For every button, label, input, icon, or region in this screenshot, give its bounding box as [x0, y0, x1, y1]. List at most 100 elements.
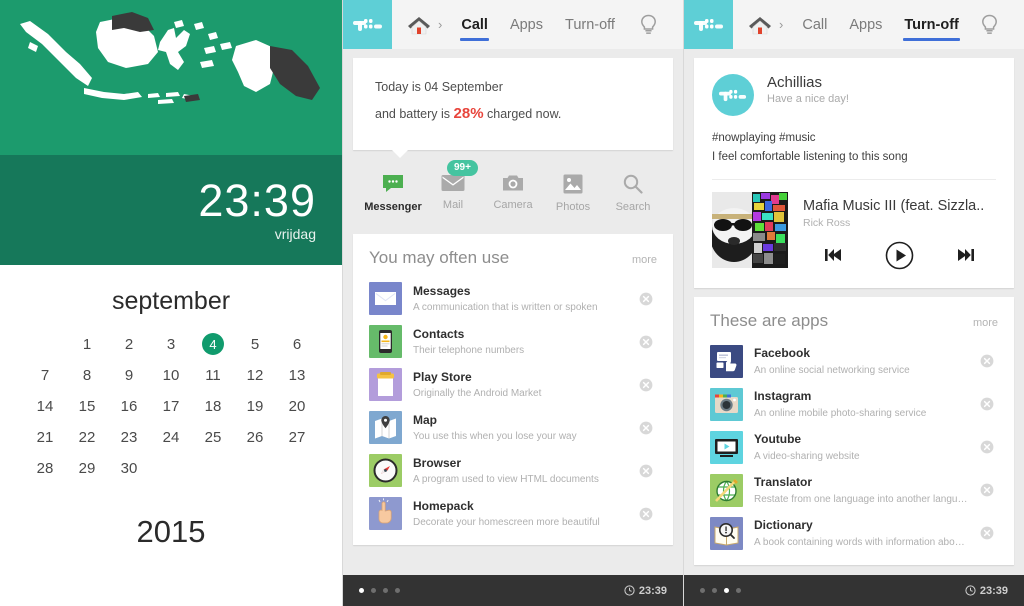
- calendar-day[interactable]: 23: [108, 425, 150, 449]
- calendar-day[interactable]: 18: [192, 394, 234, 418]
- quick-mail[interactable]: 99+ Mail: [423, 160, 483, 213]
- page-dot[interactable]: [359, 588, 364, 593]
- calendar-day[interactable]: 25: [192, 425, 234, 449]
- calendar-day[interactable]: 3: [150, 332, 192, 356]
- calendar-day[interactable]: 21: [24, 425, 66, 449]
- list-item[interactable]: Dictionary A book containing words with i…: [710, 512, 998, 555]
- quick-search[interactable]: Search: [603, 174, 663, 213]
- remove-item-icon[interactable]: [639, 292, 653, 306]
- calendar-day[interactable]: 26: [234, 425, 276, 449]
- these-are-apps-list[interactable]: Facebook An online social networking serv…: [710, 340, 998, 555]
- these-are-apps-more-link[interactable]: more: [973, 317, 998, 329]
- list-item[interactable]: Play Store Originally the Android Market: [369, 363, 657, 406]
- calendar-day[interactable]: 4: [192, 332, 234, 356]
- calendar-day[interactable]: 30: [108, 456, 150, 480]
- remove-item-icon[interactable]: [639, 507, 653, 521]
- tl-logo-icon[interactable]: [684, 0, 733, 49]
- list-item[interactable]: Facebook An online social networking serv…: [710, 340, 998, 383]
- calendar-day[interactable]: 10: [150, 363, 192, 387]
- page-dot[interactable]: [383, 588, 388, 593]
- calendar-day[interactable]: 22: [66, 425, 108, 449]
- remove-item-icon[interactable]: [980, 397, 994, 411]
- remove-item-icon[interactable]: [980, 440, 994, 454]
- quick-messenger[interactable]: Messenger: [363, 174, 423, 213]
- calendar-day[interactable]: 7: [24, 363, 66, 387]
- home-breadcrumb[interactable]: ›: [392, 0, 448, 49]
- calendar-day[interactable]: 9: [108, 363, 150, 387]
- list-item[interactable]: Instagram An online mobile photo-sharing …: [710, 383, 998, 426]
- page-dot[interactable]: [724, 588, 729, 593]
- calendar-day[interactable]: 8: [66, 363, 108, 387]
- remove-item-icon[interactable]: [639, 464, 653, 478]
- next-track-icon[interactable]: [956, 248, 974, 262]
- list-item[interactable]: Contacts Their telephone numbers: [369, 320, 657, 363]
- lightbulb-icon[interactable]: [640, 14, 657, 36]
- remove-item-icon[interactable]: [980, 483, 994, 497]
- tab-apps[interactable]: Apps: [509, 0, 544, 49]
- prev-track-icon[interactable]: [825, 248, 843, 262]
- tab-turn-off[interactable]: Turn-off: [903, 0, 961, 49]
- calendar-day[interactable]: 16: [108, 394, 150, 418]
- calendar-day[interactable]: 17: [150, 394, 192, 418]
- home-icon[interactable]: [406, 14, 432, 36]
- calendar-day[interactable]: 24: [150, 425, 192, 449]
- calendar-day[interactable]: 13: [276, 363, 318, 387]
- remove-item-icon[interactable]: [980, 526, 994, 540]
- quick-photos[interactable]: Photos: [543, 174, 603, 213]
- remove-item-icon[interactable]: [639, 378, 653, 392]
- right-page-dots[interactable]: [700, 588, 741, 593]
- page-dot[interactable]: [371, 588, 376, 593]
- tab-call[interactable]: Call: [460, 0, 489, 49]
- avatar[interactable]: [712, 74, 754, 116]
- list-item[interactable]: Homepack Decorate your homescreen more be…: [369, 492, 657, 535]
- tl-logo-icon[interactable]: [343, 0, 392, 49]
- list-item[interactable]: Browser A program used to view HTML docum…: [369, 449, 657, 492]
- page-dot[interactable]: [736, 588, 741, 593]
- list-item-title: Youtube: [754, 432, 802, 447]
- lightbulb-button[interactable]: [981, 0, 1024, 49]
- center-page-dots[interactable]: [359, 588, 400, 593]
- calendar-day[interactable]: 28: [24, 456, 66, 480]
- calendar-year-label: 2015: [136, 514, 206, 549]
- calendar-day[interactable]: 11: [192, 363, 234, 387]
- album-art-image: [712, 191, 788, 268]
- often-used-header: You may often use more: [369, 248, 657, 268]
- home-icon[interactable]: [747, 14, 773, 36]
- play-icon[interactable]: [885, 241, 914, 270]
- list-item[interactable]: Messages A communication that is written …: [369, 277, 657, 320]
- page-dot[interactable]: [712, 588, 717, 593]
- calendar-day[interactable]: 2: [108, 332, 150, 356]
- list-item[interactable]: Youtube A video-sharing website: [710, 426, 998, 469]
- calendar-day[interactable]: 6: [276, 332, 318, 356]
- calendar-day[interactable]: 29: [66, 456, 108, 480]
- quick-action-row[interactable]: Messenger 99+ Mail Camera Photos Search: [353, 160, 673, 225]
- page-dot[interactable]: [700, 588, 705, 593]
- tab-call[interactable]: Call: [801, 0, 828, 49]
- calendar-day[interactable]: 5: [234, 332, 276, 356]
- often-used-list[interactable]: Messages A communication that is written …: [369, 277, 657, 535]
- player-controls[interactable]: [803, 241, 996, 270]
- list-item[interactable]: Translator Restate from one language into…: [710, 469, 998, 512]
- calendar-day[interactable]: 20: [276, 394, 318, 418]
- calendar-day[interactable]: 19: [234, 394, 276, 418]
- calendar-day[interactable]: 12: [234, 363, 276, 387]
- tab-turn-off[interactable]: Turn-off: [564, 0, 616, 49]
- right-tabs[interactable]: Call Apps Turn-off: [801, 0, 961, 49]
- center-tabs[interactable]: Call Apps Turn-off: [460, 0, 616, 49]
- list-item[interactable]: Map You use this when you lose your way: [369, 406, 657, 449]
- remove-item-icon[interactable]: [639, 421, 653, 435]
- lightbulb-icon[interactable]: [981, 14, 998, 36]
- remove-item-icon[interactable]: [980, 354, 994, 368]
- home-breadcrumb[interactable]: ›: [733, 0, 789, 49]
- calendar-day[interactable]: 1: [66, 332, 108, 356]
- page-dot[interactable]: [395, 588, 400, 593]
- quick-camera[interactable]: Camera: [483, 174, 543, 213]
- calendar-day[interactable]: 15: [66, 394, 108, 418]
- calendar-day[interactable]: 14: [24, 394, 66, 418]
- calendar-day[interactable]: 27: [276, 425, 318, 449]
- remove-item-icon[interactable]: [639, 335, 653, 349]
- tab-apps[interactable]: Apps: [848, 0, 883, 49]
- lightbulb-button[interactable]: [640, 0, 683, 49]
- calendar-grid[interactable]: 1 2 3 4 5 6 7 8 9 10 11 12 13 14 15 16 17 18 19 20 21 22 23 24 2…: [24, 332, 318, 480]
- often-used-more-link[interactable]: more: [632, 254, 657, 266]
